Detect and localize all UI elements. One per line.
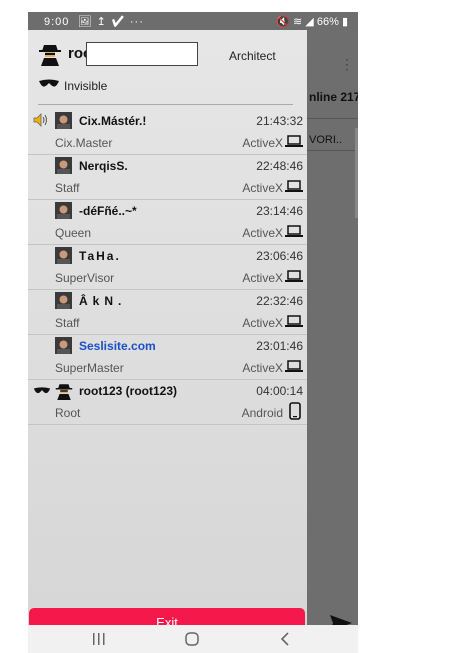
client-type: ActiveX (242, 181, 283, 195)
laptop-icon (285, 225, 303, 237)
client-type: ActiveX (242, 361, 283, 375)
user-avatar (55, 337, 72, 354)
client-type: ActiveX (242, 316, 283, 330)
spy-avatar-icon (55, 384, 73, 400)
status-left: 9:00 🖼 ↥ ✔ ··· (44, 15, 144, 28)
current-user-role: Architect (229, 49, 276, 63)
client-type: ActiveX (242, 136, 283, 150)
phone-icon (289, 402, 301, 420)
user-row[interactable]: root123 (root123) 04:00:14 Root Android (28, 380, 307, 425)
user-avatar (55, 247, 72, 264)
user-role: Queen (55, 226, 92, 240)
client-type: Android (241, 406, 283, 420)
battery-level: 66% (316, 16, 339, 28)
user-row[interactable]: NerqisS. 22:48:46 Staff ActiveX (28, 155, 307, 200)
login-time: 04:00:14 (256, 384, 303, 398)
user-nickname: NerqisS. (79, 159, 128, 173)
scrollbar[interactable] (355, 128, 358, 218)
user-avatar (55, 202, 72, 219)
more-menu-icon[interactable]: ⋮ (340, 56, 354, 73)
divider (307, 150, 358, 151)
system-icons: 🔇 ≋ ◢ (276, 16, 314, 28)
recent-apps-icon[interactable] (92, 632, 106, 646)
header-separator (38, 104, 293, 105)
status-time: 9:00 (44, 16, 70, 28)
home-icon[interactable] (185, 632, 199, 646)
laptop-icon (285, 135, 303, 147)
battery-icon: ▮ (341, 16, 348, 28)
user-role: Root (55, 406, 81, 420)
user-row[interactable]: TaHa. 23:06:46 SuperVisor ActiveX (28, 245, 307, 290)
spy-avatar-icon (39, 45, 61, 66)
user-nickname: ÂkN. (79, 294, 127, 308)
visibility-status[interactable]: Invisible (64, 79, 107, 93)
login-time: 23:06:46 (256, 249, 303, 263)
user-nickname: TaHa. (79, 249, 121, 263)
speaker-icon (33, 113, 47, 127)
row-divider (28, 424, 307, 425)
login-time: 23:14:46 (256, 204, 303, 218)
user-role: SuperVisor (55, 271, 115, 285)
user-role: Cix.Master (55, 136, 113, 150)
client-type: ActiveX (242, 271, 283, 285)
login-time: 22:48:46 (256, 159, 303, 173)
online-count: nline 217 (309, 90, 358, 104)
sunglasses-icon (33, 387, 51, 394)
user-avatar (55, 292, 72, 309)
user-nickname: -déFñé..~* (79, 204, 137, 218)
user-role: Staff (55, 316, 80, 330)
user-row[interactable]: Cix.Mástér.! 21:43:32 Cix.Master ActiveX (28, 110, 307, 155)
status-right: 🔇 ≋ ◢ 66% ▮ (276, 15, 348, 28)
notification-icons: 🖼 ↥ ✔ ··· (77, 16, 144, 28)
sunglasses-icon[interactable] (38, 78, 60, 90)
user-nickname: root123 (root123) (79, 384, 178, 398)
user-list-drawer: roo Architect Invisible Cix.Mástér.! 21:… (28, 30, 307, 638)
login-time: 21:43:32 (256, 114, 303, 128)
user-avatar (55, 157, 72, 174)
user-nickname: Seslisite.com (79, 339, 156, 353)
client-type: ActiveX (242, 226, 283, 240)
login-time: 22:32:46 (256, 294, 303, 308)
back-icon[interactable] (278, 632, 292, 646)
status-bar: 9:00 🖼 ↥ ✔ ··· 🔇 ≋ ◢ 66% ▮ (28, 12, 358, 30)
laptop-icon (285, 360, 303, 372)
login-time: 23:01:46 (256, 339, 303, 353)
user-role: SuperMaster (55, 361, 124, 375)
phone-screen: 9:00 🖼 ↥ ✔ ··· 🔇 ≋ ◢ 66% ▮ ⋮ nline 217 V… (28, 12, 358, 653)
background-chat-app: ⋮ nline 217 VORI.. (307, 30, 358, 637)
laptop-icon (285, 180, 303, 192)
laptop-icon (285, 270, 303, 282)
divider (307, 118, 358, 119)
user-avatar (55, 112, 72, 129)
laptop-icon (285, 315, 303, 327)
user-role: Staff (55, 181, 80, 195)
navigation-bar (28, 625, 358, 653)
user-nickname: Cix.Mástér.! (79, 114, 147, 128)
user-row[interactable]: -déFñé..~* 23:14:46 Queen ActiveX (28, 200, 307, 245)
favorites-tab[interactable]: VORI.. (309, 134, 342, 146)
redaction-box (86, 42, 198, 66)
user-row[interactable]: ÂkN. 22:32:46 Staff ActiveX (28, 290, 307, 335)
user-row[interactable]: Seslisite.com 23:01:46 SuperMaster Activ… (28, 335, 307, 380)
